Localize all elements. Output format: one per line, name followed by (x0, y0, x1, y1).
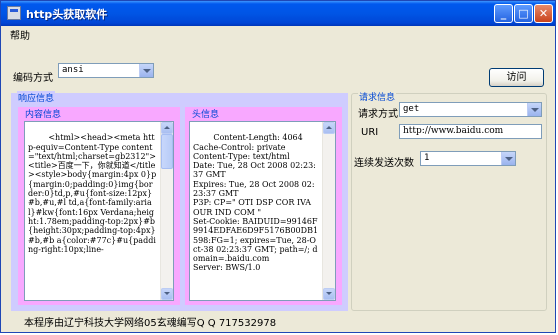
maximize-button[interactable]: □ (514, 4, 533, 23)
main-window: http头获取软件 _ □ ✕ 帮助 编码方式 ansi 访问 响应信息 内容信… (0, 0, 556, 333)
method-select[interactable]: get (399, 102, 542, 117)
content-text: <html><head><meta http-equiv=Content-Typ… (28, 133, 157, 254)
response-info-group: 响应信息 内容信息 <html><head><meta http-equiv=C… (11, 91, 348, 311)
header-text: Content-Length: 4064 Cache-Control: priv… (193, 133, 319, 273)
maximize-icon: □ (518, 7, 529, 20)
uri-label: URI (361, 127, 379, 138)
scroll-down-icon[interactable] (161, 288, 173, 300)
scroll-up-icon[interactable] (323, 122, 335, 134)
close-icon: ✕ (538, 7, 549, 20)
minimize-icon: _ (500, 7, 507, 20)
send-count-select[interactable]: 1 (420, 151, 516, 166)
chevron-down-icon[interactable] (139, 64, 153, 77)
chevron-down-icon[interactable] (527, 103, 541, 116)
minimize-button[interactable]: _ (494, 4, 513, 23)
close-button[interactable]: ✕ (534, 4, 553, 23)
title-bar[interactable]: http头获取软件 _ □ ✕ (1, 1, 555, 26)
method-label: 请求方式 (358, 109, 398, 120)
header-info-title: 头信息 (191, 107, 221, 120)
content-info-group: 内容信息 <html><head><meta http-equiv=Conten… (18, 107, 180, 305)
send-count-label: 连续发送次数 (354, 158, 414, 169)
uri-input[interactable]: http://www.baidu.com (399, 124, 542, 139)
encoding-label: 编码方式 (13, 73, 53, 84)
scroll-down-icon[interactable] (323, 288, 335, 300)
chevron-down-icon[interactable] (501, 152, 515, 165)
scroll-up-icon[interactable] (161, 122, 173, 134)
request-info-group: 请求信息 请求方式 get URI http://www.baidu.com 连… (351, 90, 547, 311)
header-info-group: 头信息 Content-Length: 4064 Cache-Control: … (185, 107, 342, 305)
encoding-value: ansi (62, 65, 84, 75)
footer-credit: 本程序由辽宁科技大学网络05玄魂编写Q Q 717532978 (24, 318, 277, 329)
window-title: http头获取软件 (26, 8, 108, 21)
send-count-value: 1 (424, 153, 430, 163)
app-icon (7, 6, 21, 20)
encoding-select[interactable]: ansi (58, 63, 154, 78)
method-value: get (403, 104, 420, 114)
scroll-thumb[interactable] (161, 134, 173, 169)
content-info-title: 内容信息 (24, 107, 63, 120)
visit-button[interactable]: 访问 (489, 68, 544, 87)
menu-bar: 帮助 (1, 26, 555, 42)
content-scrollbar[interactable] (160, 122, 173, 300)
header-scrollbar[interactable] (322, 122, 335, 300)
response-info-title: 响应信息 (17, 91, 56, 104)
uri-value: http://www.baidu.com (403, 126, 504, 136)
header-textarea[interactable]: Content-Length: 4064 Cache-Control: priv… (189, 121, 336, 301)
request-info-title: 请求信息 (358, 90, 397, 103)
content-textarea[interactable]: <html><head><meta http-equiv=Content-Typ… (24, 121, 174, 301)
menu-help[interactable]: 帮助 (10, 27, 30, 42)
